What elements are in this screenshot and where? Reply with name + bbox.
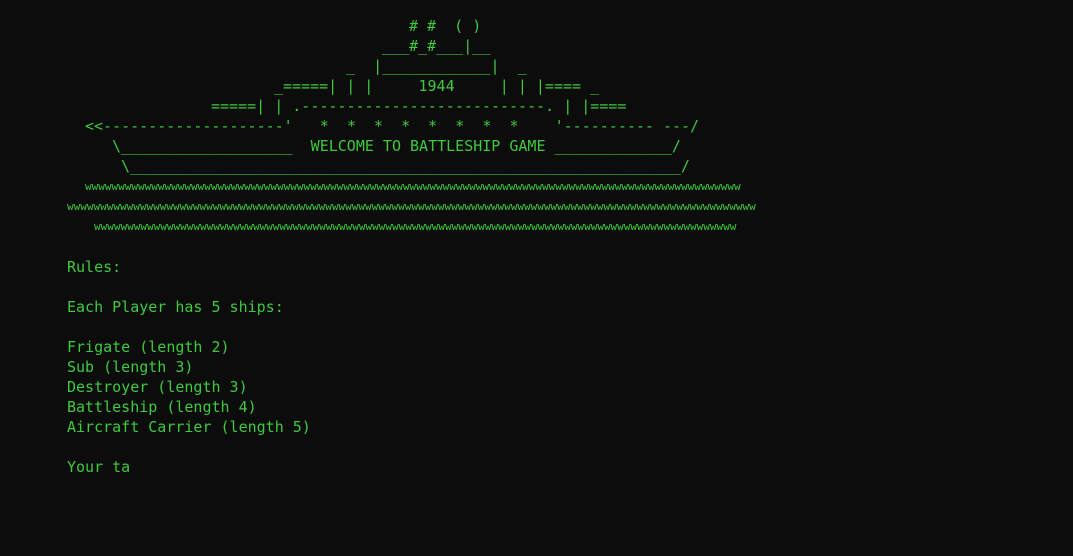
banner-line-4: _=====| | | 1944 | | |==== _ — [274, 77, 600, 95]
banner-line-2: ___#_#___|__ — [382, 37, 491, 55]
banner-title-line: \___________________ WELCOME TO BATTLESH… — [112, 137, 681, 155]
waves-line-3: wwwwwwwwwwwwwwwwwwwwwwwwwwwwwwwwwwwwwwww… — [94, 220, 737, 233]
ship-item-sub: Sub (length 3) — [67, 358, 194, 376]
banner-line-8: \_______________________________________… — [121, 157, 690, 175]
banner-line-3: _ |____________| _ — [346, 57, 527, 75]
rules-intro: Each Player has 5 ships: — [67, 298, 284, 316]
banner-line-5: =====| | .---------------------------. |… — [211, 97, 627, 115]
ship-item-frigate: Frigate (length 2) — [67, 338, 230, 356]
banner-line-6: <<--------------------' * * * * * * * * … — [85, 117, 700, 135]
partial-output-line: Your ta — [67, 458, 131, 476]
ship-item-destroyer: Destroyer (length 3) — [67, 378, 248, 396]
ship-item-battleship: Battleship (length 4) — [67, 398, 257, 416]
ship-item-aircraft-carrier: Aircraft Carrier (length 5) — [67, 418, 311, 436]
rules-heading: Rules: — [67, 258, 122, 276]
waves-line-2: wwwwwwwwwwwwwwwwwwwwwwwwwwwwwwwwwwwwwwww… — [67, 200, 756, 213]
waves-line-1: wwwwwwwwwwwwwwwwwwwwwwwwwwwwwwwwwwwwwwww… — [85, 180, 741, 193]
banner-line-1: # # ( ) — [409, 17, 482, 35]
terminal-window[interactable]: # # ( ) ___#_#___|__ _ |____________| _ … — [0, 0, 1073, 556]
